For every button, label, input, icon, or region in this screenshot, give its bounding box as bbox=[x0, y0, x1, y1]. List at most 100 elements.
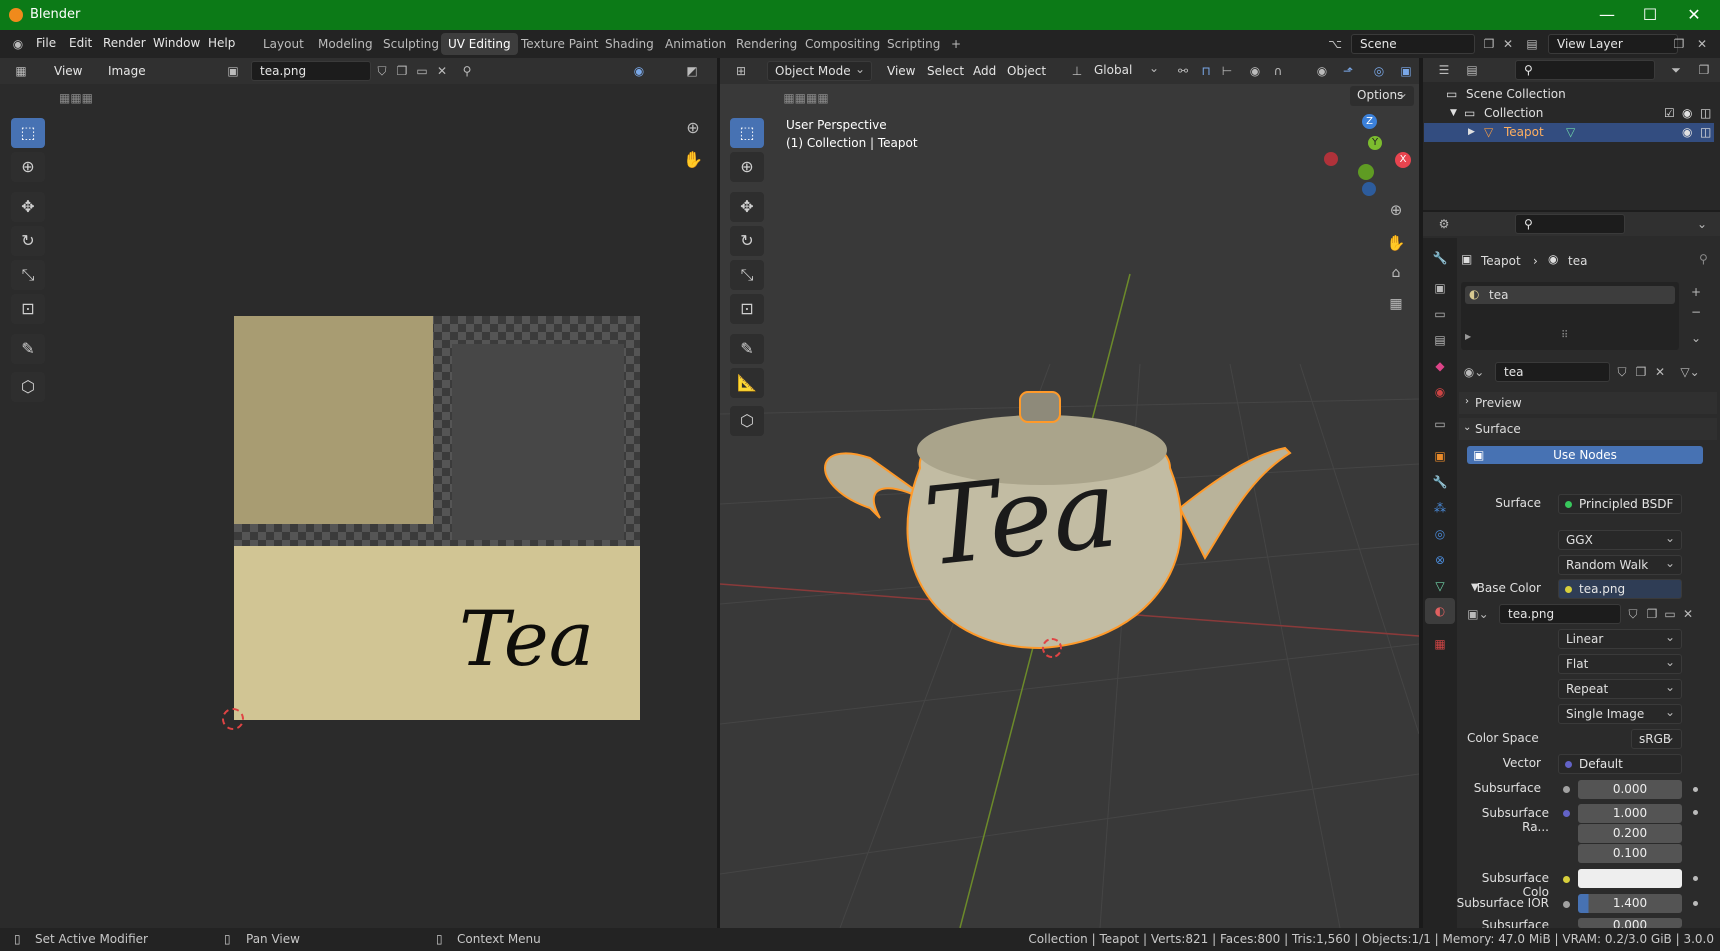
display-channels-icon[interactable]: ◩ bbox=[681, 61, 703, 81]
open-image-icon[interactable]: ▭ bbox=[411, 61, 433, 81]
base-color-field[interactable]: tea.png bbox=[1558, 579, 1682, 599]
slot-list-resize-handle[interactable]: ⠿ bbox=[1561, 330, 1568, 341]
close-button[interactable]: ✕ bbox=[1674, 4, 1714, 26]
selection-mode-icons[interactable]: ▦▦▦ bbox=[46, 88, 106, 108]
viewport-menu-object[interactable]: Object bbox=[1007, 64, 1046, 78]
gizmo-neg-x[interactable] bbox=[1324, 152, 1338, 166]
collection-checkbox-icon[interactable]: ☑ bbox=[1664, 104, 1675, 123]
viewport-scale-tool-icon[interactable]: ⤡ bbox=[730, 260, 764, 290]
menu-help[interactable]: Help bbox=[208, 36, 235, 50]
uv-menu-view[interactable]: View bbox=[54, 64, 82, 78]
zoom-icon[interactable]: ⊕ bbox=[682, 118, 704, 138]
orientation-icon[interactable]: ⊥ bbox=[1066, 61, 1088, 81]
tool-tab-icon[interactable]: 🔧 bbox=[1429, 248, 1451, 268]
viewport-move-tool-icon[interactable]: ✥ bbox=[730, 192, 764, 222]
visibility-icon[interactable]: ◉ bbox=[1311, 61, 1333, 81]
menu-edit[interactable]: Edit bbox=[69, 36, 92, 50]
editor-type-icon[interactable]: ▦ bbox=[10, 61, 32, 81]
viewport-select-tool-icon[interactable]: ⬚ bbox=[730, 118, 764, 148]
view-layer-icon[interactable]: ▤ bbox=[1521, 34, 1543, 54]
mode-dropdown[interactable]: Object Mode bbox=[767, 60, 872, 81]
gizmo-toggle-icon[interactable]: ⬏ bbox=[1337, 61, 1359, 81]
distribution-dropdown[interactable]: GGX bbox=[1558, 529, 1682, 550]
delete-scene-icon[interactable]: ✕ bbox=[1497, 34, 1519, 54]
proportional-edit-icon[interactable]: ◉ bbox=[1244, 61, 1266, 81]
properties-search-input[interactable]: ⚲ bbox=[1515, 214, 1625, 234]
subsurface-aniso-field[interactable]: 0.000 bbox=[1578, 918, 1682, 928]
image-prop-unlink-icon[interactable]: ✕ bbox=[1677, 604, 1699, 624]
transform-orientation-dropdown[interactable]: Global bbox=[1087, 59, 1165, 81]
data-tab-icon[interactable]: ▽ bbox=[1429, 576, 1451, 596]
snap-target-icon[interactable]: ⊢ bbox=[1216, 61, 1238, 81]
teapot-visibility-icon[interactable]: ◉ bbox=[1682, 123, 1692, 142]
tab-sculpting[interactable]: Sculpting bbox=[376, 33, 446, 55]
mesh-data-icon[interactable]: ▽ bbox=[1566, 123, 1575, 142]
maximize-button[interactable]: ☐ bbox=[1630, 4, 1670, 26]
add-cube-tool-icon[interactable]: ⬡ bbox=[730, 406, 764, 436]
material-tab-active[interactable]: ◐ bbox=[1425, 598, 1455, 624]
viewport-menu-view[interactable]: View bbox=[887, 64, 915, 78]
viewport-zoom-icon[interactable]: ⊕ bbox=[1385, 200, 1407, 220]
transform-tool-icon[interactable]: ⊡ bbox=[11, 294, 45, 324]
modifier-tab-icon[interactable]: 🔧 bbox=[1429, 472, 1451, 492]
constraints-tab-icon[interactable]: ⊗ bbox=[1429, 550, 1451, 570]
move-tool-icon[interactable]: ✥ bbox=[11, 192, 45, 222]
pivot-icon[interactable]: ⚯ bbox=[1172, 61, 1194, 81]
add-slot-icon[interactable]: + bbox=[1685, 282, 1707, 302]
render-tab-icon[interactable]: ▣ bbox=[1429, 278, 1451, 298]
extension-dropdown[interactable]: Repeat bbox=[1558, 678, 1682, 699]
fake-user-icon[interactable]: ⛉ bbox=[371, 61, 393, 81]
view-layer-tab-icon[interactable]: ▤ bbox=[1429, 330, 1451, 350]
outliner-collection[interactable]: ▼ ▭ Collection ☑ ◉ ◫ bbox=[1424, 104, 1714, 123]
remove-slot-icon[interactable]: − bbox=[1685, 302, 1707, 322]
slot-list-expand-icon[interactable]: ▶ bbox=[1465, 332, 1471, 341]
interpolation-dropdown[interactable]: Linear bbox=[1558, 628, 1682, 649]
material-unlink-icon[interactable]: ✕ bbox=[1649, 362, 1671, 382]
cursor-tool-icon[interactable]: ⊕ bbox=[11, 152, 45, 182]
3d-cursor-icon[interactable] bbox=[1042, 638, 1062, 658]
subsurface-color-swatch[interactable] bbox=[1578, 869, 1682, 888]
slot-specials-icon[interactable]: ⌄ bbox=[1685, 328, 1707, 348]
scale-tool-icon[interactable]: ⤡ bbox=[11, 260, 45, 290]
outliner-editor-type-icon[interactable]: ☰ bbox=[1433, 60, 1455, 80]
subsurface-keyframe-dot[interactable] bbox=[1693, 787, 1698, 792]
color-space-dropdown[interactable]: sRGB bbox=[1631, 728, 1682, 749]
scene-icon[interactable]: ⌥ bbox=[1324, 34, 1346, 54]
pan-icon[interactable]: ✋ bbox=[682, 150, 704, 170]
subsurface-field[interactable]: 0.000 bbox=[1578, 780, 1682, 799]
subsurface-color-keyframe-dot[interactable] bbox=[1693, 876, 1698, 881]
viewport-annotate-tool-icon[interactable]: ✎ bbox=[730, 334, 764, 364]
viewport-pan-icon[interactable]: ✋ bbox=[1385, 233, 1407, 253]
subsurface-ior-keyframe-dot[interactable] bbox=[1693, 901, 1698, 906]
add-workspace-button[interactable]: + bbox=[944, 33, 968, 55]
teapot-expand-icon[interactable]: ▶ bbox=[1468, 123, 1475, 142]
subsurface-radius-y-field[interactable]: 0.200 bbox=[1578, 824, 1682, 843]
gizmo-neg-y[interactable] bbox=[1358, 164, 1374, 180]
tab-scripting[interactable]: Scripting bbox=[880, 33, 947, 55]
collection-render-icon[interactable]: ◫ bbox=[1700, 104, 1711, 123]
tab-rendering[interactable]: Rendering bbox=[729, 33, 804, 55]
tab-layout[interactable]: Layout bbox=[256, 33, 311, 55]
outliner-teapot-row[interactable]: ▶ ▽ Teapot ▽ ◉ ◫ bbox=[1424, 123, 1714, 142]
viewport-cursor-tool-icon[interactable]: ⊕ bbox=[730, 152, 764, 182]
collection-expand-icon[interactable]: ▼ bbox=[1450, 104, 1457, 123]
source-dropdown[interactable]: Single Image bbox=[1558, 703, 1682, 724]
viewport-menu-add[interactable]: Add bbox=[973, 64, 996, 78]
projection-dropdown[interactable]: Flat bbox=[1558, 653, 1682, 674]
viewport-rotate-tool-icon[interactable]: ↻ bbox=[730, 226, 764, 256]
use-nodes-button[interactable]: ▣ Use Nodes bbox=[1467, 446, 1703, 464]
menu-file[interactable]: File bbox=[36, 36, 56, 50]
image-browse-prop-icon[interactable]: ▣⌄ bbox=[1467, 604, 1489, 624]
tab-modeling[interactable]: Modeling bbox=[311, 33, 380, 55]
tab-uv-editing[interactable]: UV Editing bbox=[441, 33, 518, 55]
tab-compositing[interactable]: Compositing bbox=[798, 33, 887, 55]
annotate-tool-icon[interactable]: ✎ bbox=[11, 334, 45, 364]
select-box-tool-icon[interactable]: ⬚ bbox=[11, 118, 45, 148]
outliner-search-input[interactable]: ⚲ bbox=[1515, 60, 1655, 80]
blender-menu-icon[interactable]: ◉ bbox=[7, 34, 29, 54]
surface-panel-header[interactable]: ⌄ Surface bbox=[1459, 418, 1717, 440]
tab-shading[interactable]: Shading bbox=[598, 33, 661, 55]
outliner[interactable]: ☰ ▤ ⚲ ⏷ ❐ ▭ Scene Collection ▼ ▭ Collect… bbox=[1423, 58, 1720, 210]
vector-field[interactable]: Default bbox=[1558, 754, 1682, 774]
subsurface-method-dropdown[interactable]: Random Walk bbox=[1558, 554, 1682, 575]
